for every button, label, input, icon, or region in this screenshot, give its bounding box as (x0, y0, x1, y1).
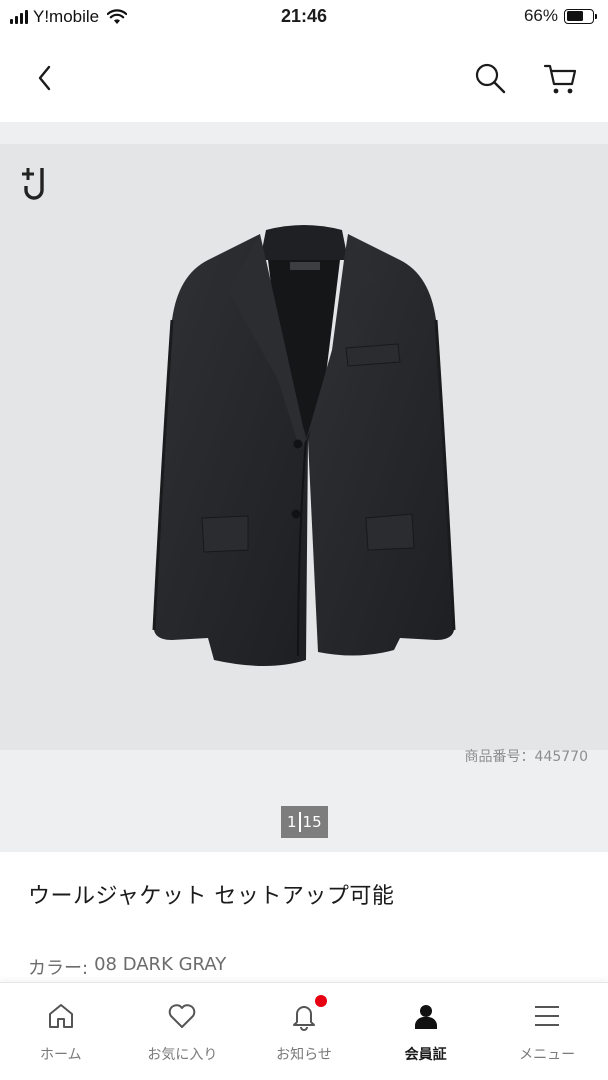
bell-icon (292, 1006, 315, 1031)
back-button[interactable] (30, 61, 60, 95)
nav-label-member-card: 会員証 (404, 1047, 447, 1063)
jacket-image (152, 225, 456, 666)
cart-icon (543, 64, 577, 94)
image-pager: 1 15 (281, 806, 328, 838)
nav-item-notifications[interactable]: お知らせ (243, 983, 365, 1080)
color-label: カラー: (28, 958, 89, 979)
nav-label-menu: メニュー (519, 1047, 576, 1063)
plus-j-logo-icon (22, 168, 44, 200)
heart-icon (169, 1004, 196, 1028)
nav-item-menu[interactable]: メニュー (486, 983, 608, 1080)
product-title: ウールジャケット セットアップ可能 (28, 884, 395, 909)
color-value: 08 DARK GRAY (94, 954, 227, 975)
product-gallery[interactable]: 商品番号：445770 1 15 (0, 122, 608, 852)
status-time: 21:46 (280, 6, 328, 26)
notification-badge (314, 995, 327, 1007)
nav-label-notifications: お知らせ (276, 1047, 332, 1063)
menu-icon (535, 1006, 560, 1026)
product-image[interactable] (0, 144, 608, 750)
bell-icon-wrap (289, 995, 327, 1031)
status-right: 66% (523, 6, 597, 26)
product-number: 商品番号：445770 (464, 749, 588, 765)
search-icon (475, 63, 506, 94)
cart-button[interactable] (543, 62, 579, 96)
pager-total: 15 (302, 813, 322, 831)
nav-item-favorites[interactable]: お気に入り (122, 983, 244, 1080)
chevron-left-icon (38, 65, 51, 91)
color-line: カラー: 08 DARK GRAY (28, 954, 226, 980)
search-button[interactable] (474, 62, 506, 94)
nav-label-home: ホーム (40, 1047, 82, 1063)
app-header (0, 34, 608, 122)
pager-current: 1 (287, 813, 297, 831)
home-icon (48, 1004, 73, 1028)
battery-percent: 66% (523, 6, 558, 25)
status-bar: Y!mobile 21:46 66% (0, 0, 608, 34)
nav-item-member-card[interactable]: 会員証 (365, 983, 487, 1080)
nav-label-favorites: お気に入り (147, 1047, 218, 1063)
nav-item-home[interactable]: ホーム (0, 983, 122, 1080)
bottom-nav: ホーム お気に入り お知らせ 会員証 メニュー (0, 982, 608, 1080)
battery-icon (564, 8, 597, 24)
member-card-icon (414, 1005, 437, 1029)
pager-divider (298, 812, 301, 832)
